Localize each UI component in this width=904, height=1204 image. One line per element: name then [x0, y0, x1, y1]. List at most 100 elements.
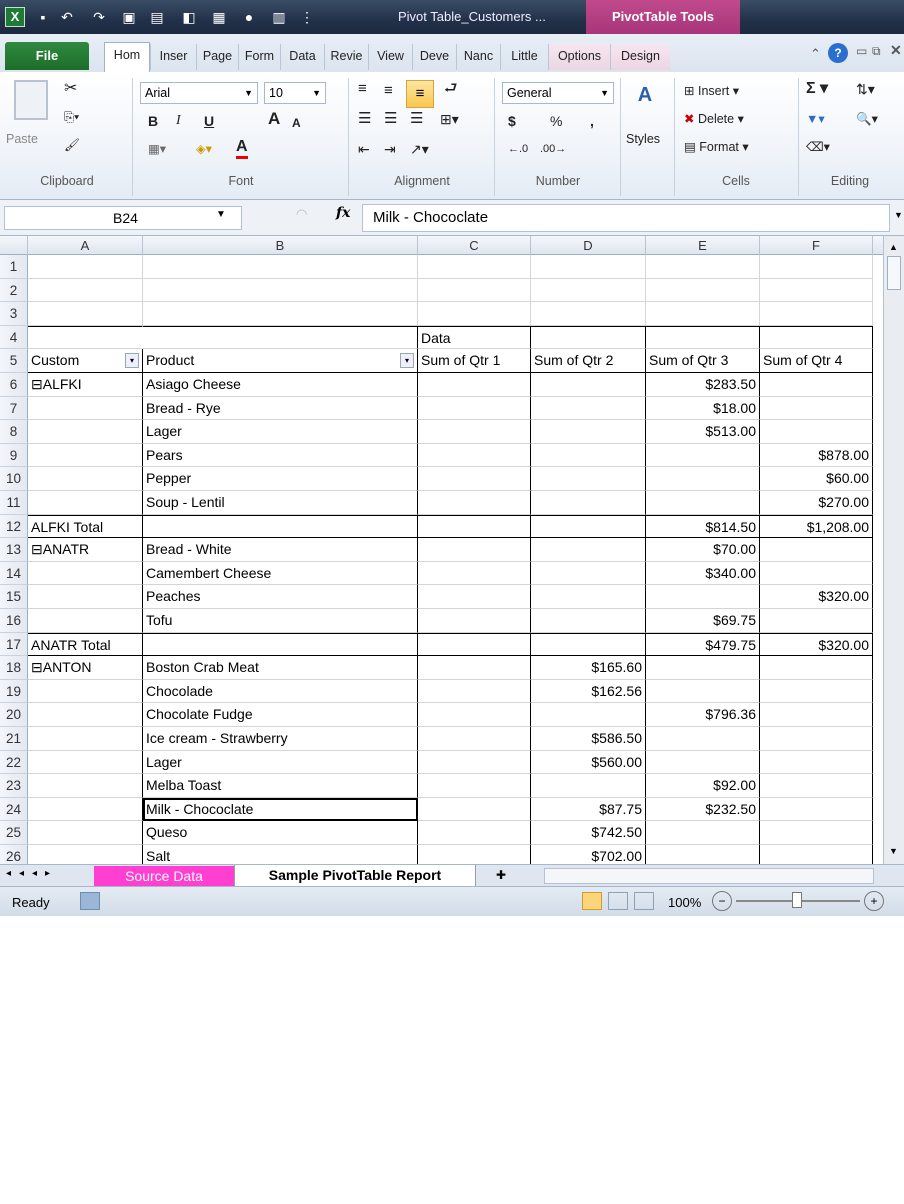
underline-button[interactable]: U [204, 112, 214, 130]
help-icon[interactable]: ? [828, 43, 848, 63]
cell-e23[interactable]: $92.00 [646, 774, 760, 798]
row-header[interactable]: 1 [0, 255, 28, 279]
scroll-thumb[interactable] [887, 256, 901, 290]
cell-f17[interactable]: $320.00 [760, 632, 873, 657]
cell-d7[interactable] [531, 396, 646, 421]
cell-e16[interactable]: $69.75 [646, 609, 760, 633]
normal-view-icon[interactable] [582, 892, 602, 910]
cell-b1[interactable] [143, 255, 418, 279]
cell-c7[interactable] [418, 396, 531, 421]
cancel-entry-icon[interactable]: ◠ [296, 206, 307, 222]
page-break-view-icon[interactable] [634, 892, 654, 910]
column-header-d[interactable]: D [531, 236, 646, 255]
cell-d23[interactable] [531, 774, 646, 798]
name-box-dropdown-icon[interactable]: ▼ [216, 209, 226, 220]
cell-f14[interactable] [760, 561, 873, 586]
cell-c10[interactable] [418, 467, 531, 491]
cell-d11[interactable] [531, 491, 646, 515]
cell-e19[interactable] [646, 679, 760, 704]
row-header[interactable]: 24 [0, 797, 28, 822]
circle-icon[interactable]: ● [240, 7, 258, 27]
cell-e13[interactable]: $70.00 [646, 538, 760, 562]
delete-cells-button[interactable]: ✖ Delete ▾ [684, 110, 744, 128]
cell-a20[interactable] [28, 703, 143, 727]
row-header[interactable]: 15 [0, 585, 28, 609]
align-center-icon[interactable]: ☰ [384, 110, 397, 128]
align-top-icon[interactable]: ≡ [358, 80, 367, 98]
cell-f1[interactable] [760, 255, 873, 279]
table-icon[interactable]: ▥ [270, 7, 288, 27]
cell-f5[interactable]: Sum of Qtr 4 [760, 349, 873, 373]
cell-e3[interactable] [646, 302, 760, 326]
cut-icon[interactable]: ✂ [64, 80, 77, 98]
tab-review[interactable]: Revie [324, 44, 368, 70]
row-header[interactable]: 4 [0, 325, 28, 350]
cell-c23[interactable] [418, 774, 531, 798]
cell-b9[interactable]: Pears [143, 443, 418, 468]
product-filter-icon[interactable]: ▾ [400, 353, 414, 369]
cell-f19[interactable] [760, 679, 873, 704]
cell-e2[interactable] [646, 278, 760, 303]
decrease-decimal-icon[interactable]: .00→ [540, 140, 566, 158]
cell-a24[interactable] [28, 797, 143, 822]
cell-f20[interactable] [760, 703, 873, 727]
cell-b7[interactable]: Bread - Rye [143, 396, 418, 421]
row-header[interactable]: 17 [0, 632, 28, 657]
cell-d3[interactable] [531, 302, 646, 326]
currency-button[interactable]: $ [508, 112, 516, 130]
decrease-indent-icon[interactable]: ⇤ [358, 140, 370, 158]
cell-e9[interactable] [646, 443, 760, 468]
cell-f23[interactable] [760, 774, 873, 798]
cell-a12[interactable]: ALFKI Total [28, 514, 143, 539]
paste-icon[interactable] [14, 80, 48, 120]
minimize-window-icon[interactable]: ▭ [856, 44, 867, 58]
sheet-tab-active[interactable]: Sample PivotTable Report [234, 865, 476, 887]
cell-a15[interactable] [28, 585, 143, 609]
cell-c4[interactable]: Data [418, 325, 531, 350]
row-header[interactable]: 10 [0, 467, 28, 491]
cell-a25[interactable] [28, 821, 143, 845]
cell-c1[interactable] [418, 255, 531, 279]
cell-f25[interactable] [760, 821, 873, 845]
redo-icon[interactable]: ↷ [90, 7, 108, 27]
page-layout-view-icon[interactable] [608, 892, 628, 910]
cell-b17[interactable] [143, 632, 418, 657]
row-header[interactable]: 22 [0, 750, 28, 775]
cell-a8[interactable] [28, 420, 143, 444]
cell-f24[interactable] [760, 797, 873, 822]
grow-font-button[interactable]: A [268, 110, 280, 128]
increase-decimal-icon[interactable]: ←.0 [508, 140, 528, 158]
cell-d13[interactable] [531, 538, 646, 562]
cell-c21[interactable] [418, 727, 531, 751]
cell-b4[interactable] [143, 325, 418, 350]
cell-b2[interactable] [143, 278, 418, 303]
row-header[interactable]: 20 [0, 703, 28, 727]
cell-a16[interactable] [28, 609, 143, 633]
cell-a9[interactable] [28, 443, 143, 468]
cell-f3[interactable] [760, 302, 873, 326]
excel-icon[interactable]: X [5, 7, 25, 27]
column-header-a[interactable]: A [28, 236, 143, 255]
cell-e11[interactable] [646, 491, 760, 515]
cell-d14[interactable] [531, 561, 646, 586]
cell-b5[interactable]: Product [143, 349, 418, 373]
insert-function-button[interactable]: fx [336, 205, 350, 221]
cell-d21[interactable]: $586.50 [531, 727, 646, 751]
cell-a26[interactable] [28, 845, 143, 864]
cell-d17[interactable] [531, 632, 646, 657]
sheet-tab-source-data[interactable]: Source Data [94, 866, 234, 886]
cell-c25[interactable] [418, 821, 531, 845]
cell-b23[interactable]: Melba Toast [143, 774, 418, 798]
cell-a22[interactable] [28, 750, 143, 775]
cell-d9[interactable] [531, 443, 646, 468]
cell-a2[interactable] [28, 278, 143, 303]
restore-window-icon[interactable]: ⧉ [872, 44, 881, 59]
cell-e26[interactable] [646, 845, 760, 864]
cell-c14[interactable] [418, 561, 531, 586]
cell-c16[interactable] [418, 609, 531, 633]
tab-page-layout[interactable]: Page [196, 44, 238, 70]
format-painter-icon[interactable]: 🖌 [64, 136, 80, 154]
cell-e1[interactable] [646, 255, 760, 279]
cell-c26[interactable] [418, 845, 531, 864]
cell-d8[interactable] [531, 420, 646, 444]
